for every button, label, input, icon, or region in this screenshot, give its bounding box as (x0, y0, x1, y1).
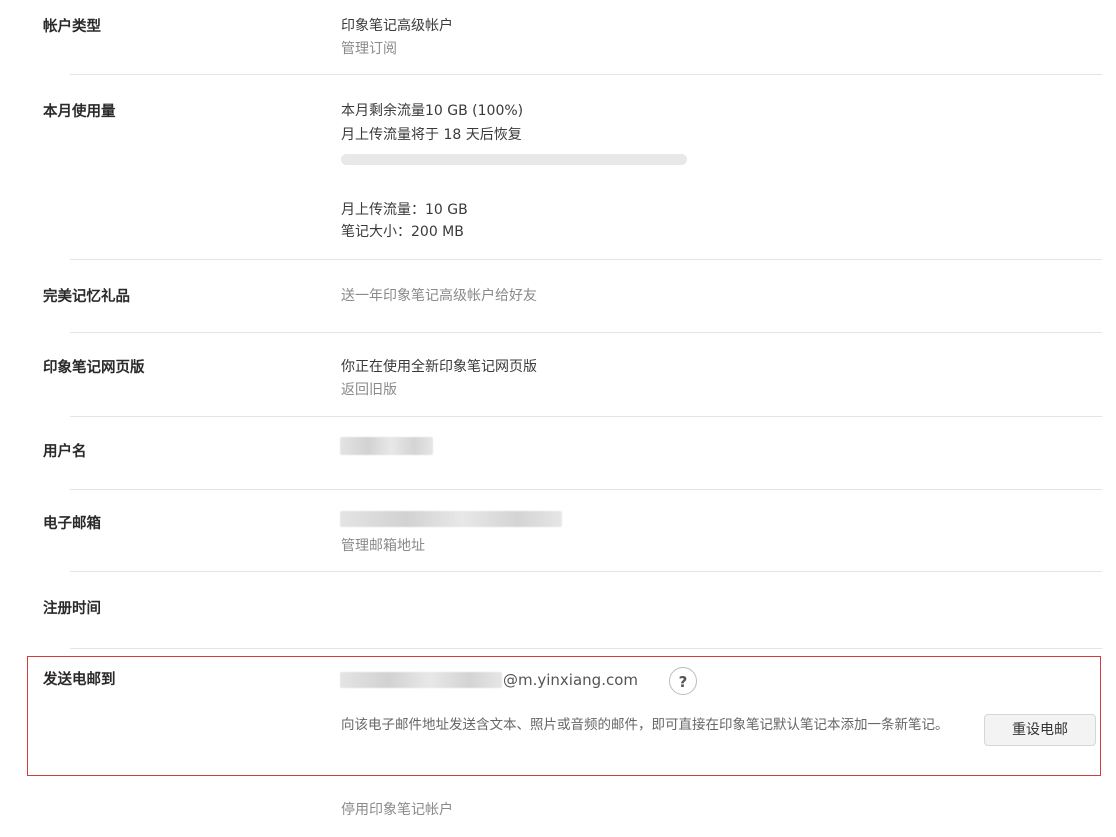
email-redacted (340, 511, 562, 527)
return-old-version-link[interactable]: 返回旧版 (341, 379, 397, 399)
quota-reset-text: 月上传流量将于 18 天后恢复 (341, 127, 522, 143)
divider (70, 416, 1102, 417)
register-time-label: 注册时间 (43, 601, 101, 617)
email-to-description: 向该电子邮件地址发送含文本、照片或音频的邮件，即可直接在印象笔记默认笔记本添加一… (341, 717, 949, 733)
account-type-label: 帐户类型 (43, 19, 101, 35)
monthly-usage-label: 本月使用量 (43, 104, 116, 120)
web-version-label: 印象笔记网页版 (43, 360, 145, 376)
divider (70, 648, 1102, 649)
usage-progress-bar (341, 154, 687, 165)
manage-email-link[interactable]: 管理邮箱地址 (341, 535, 425, 555)
note-size-text: 笔记大小：200 MB (341, 224, 464, 240)
email-label: 电子邮箱 (43, 516, 101, 532)
deactivate-account-link[interactable]: 停用印象笔记帐户 (341, 799, 453, 819)
divider (70, 259, 1102, 260)
divider (70, 489, 1102, 490)
account-type-value: 印象笔记高级帐户 (341, 18, 453, 34)
help-icon[interactable]: ? (669, 667, 697, 695)
username-label: 用户名 (43, 444, 87, 460)
web-version-value: 你正在使用全新印象笔记网页版 (341, 359, 537, 375)
remaining-quota-text: 本月剩余流量10 GB (100%) (341, 103, 524, 119)
username-redacted (340, 437, 433, 455)
email-to-redacted (340, 672, 502, 688)
divider (70, 74, 1102, 75)
email-to-label: 发送电邮到 (43, 672, 116, 688)
gift-premium-link[interactable]: 送一年印象笔记高级帐户给好友 (341, 285, 537, 305)
divider (70, 332, 1102, 333)
email-to-domain: @m.yinxiang.com (503, 671, 638, 689)
upload-limit-text: 月上传流量：10 GB (341, 202, 468, 218)
divider (70, 571, 1102, 572)
gift-label: 完美记忆礼品 (43, 289, 130, 305)
reset-email-button[interactable]: 重设电邮 (984, 714, 1096, 746)
manage-subscription-link[interactable]: 管理订阅 (341, 38, 397, 58)
